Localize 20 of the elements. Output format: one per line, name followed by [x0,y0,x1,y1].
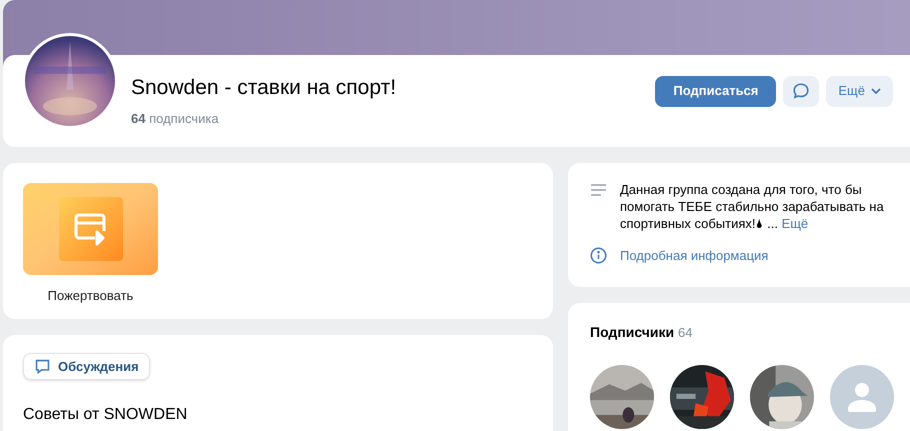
subscribers-title: Подписчики 64 [590,324,693,340]
more-button[interactable]: Ещё [826,76,893,106]
subscribe-button[interactable]: Подписаться [655,76,776,106]
message-button[interactable] [783,76,820,106]
chevron-down-icon [871,88,881,94]
subscriber-count: 64 подписчика [131,110,220,128]
donate-tile[interactable] [23,183,158,275]
person-icon [846,382,878,412]
details-link[interactable]: Подробная информация [620,246,768,266]
info-icon [590,247,607,264]
group-title: Snowden - ставки на спорт! [131,76,396,100]
discussions-tab[interactable]: Обсуждения [23,353,150,380]
text-lines-icon [590,183,607,197]
wallet-transfer-icon [58,197,122,261]
topic-title[interactable]: Советы от SNOWDEN [23,406,188,423]
comment-icon [34,358,51,375]
more-link[interactable]: Ещё [782,216,808,231]
donate-label: Пожертвовать [48,288,134,303]
message-icon [792,82,810,100]
group-description: Данная группа создана для того, что бы помогать ТЕБЕ стабильно зарабатывать на спортивных событиях!🌢 ... Ещё [620,181,885,232]
